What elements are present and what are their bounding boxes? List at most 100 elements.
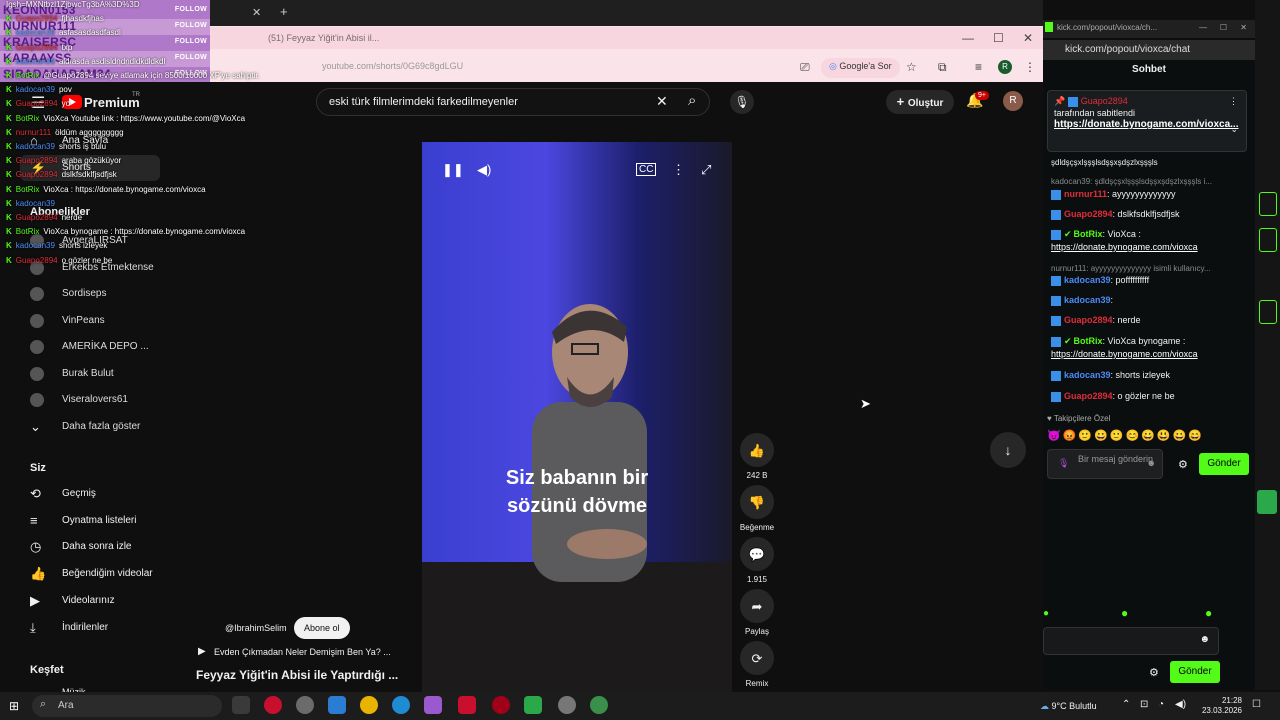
kick-username[interactable]: nurnur111 [1064,189,1107,199]
app-icon[interactable] [296,696,314,714]
bookmark-star-icon[interactable]: ☆ [906,60,917,74]
taskbar-clock[interactable]: 21:28 23.03.2026 [1200,696,1242,716]
kick-maximize-icon[interactable]: ☐ [1220,23,1227,32]
weather-widget[interactable]: ☁ 9°C Bulutlu [1040,701,1097,712]
kick-chat-message[interactable]: nurnur111: ayyyyyyyyyyyyy [1051,188,1247,201]
share-button[interactable]: ➦ [740,589,774,623]
chrome-icon[interactable] [590,696,608,714]
shorts-video-player[interactable]: Siz babanın bir sözünü dövme [422,142,732,692]
profile-avatar[interactable]: R [998,60,1012,74]
emote-bar[interactable]: 😈😡🙂😀🙂😊😀😃😀😄 [1047,429,1247,442]
sidebar-item-download[interactable]: ⤓ İndirilenler [20,615,160,641]
kick-minimize-icon[interactable]: — [1199,23,1207,32]
pinned-user[interactable]: Guapo2894 [1081,96,1128,106]
more-options-icon[interactable]: ⋮ [672,162,685,178]
chat-message-input[interactable]: 🎙 Bir mesaj gönderin ☻ [1047,449,1163,479]
kick-username[interactable]: BotRix [1074,336,1103,346]
search-icon[interactable]: ⌕ [688,92,696,109]
chrome-icon[interactable] [360,696,378,714]
search-input[interactable]: eski türk filmlerimdeki farkedilmeyenler [316,88,710,116]
microphone-icon[interactable]: 🎙 [730,90,754,114]
remix-button[interactable]: ⟳ [740,641,774,675]
kick-url-field[interactable]: kick.com/popout/vioxca/chat [1043,40,1255,60]
kick-username[interactable]: Guapo2894 [1064,209,1113,219]
edge-icon[interactable] [392,696,410,714]
kick-message-link[interactable]: https://donate.bynogame.com/vioxca [1051,242,1198,252]
mail-icon[interactable] [328,696,346,714]
subscription-item[interactable]: AMERİKA DEPO ... [20,336,160,358]
chat-settings-icon[interactable]: ⚙ [1149,666,1159,679]
url-field[interactable]: youtube.com/shorts/0G69c8gdLGU [210,56,810,78]
windows-start-icon[interactable]: ⊞ [9,699,19,713]
install-icon[interactable]: ⎚ [800,60,810,75]
kick-chat-message[interactable]: kadocan39: poffffffffff [1051,274,1247,287]
next-short-button[interactable]: ↓ [990,432,1026,468]
pinned-link[interactable]: https://donate.bynogame.com/vioxca... [1054,119,1240,131]
kick-chat-message[interactable]: kadocan39: şdldşçşxlşşşlsdşşxşdşzlxşşşls… [1051,175,1247,188]
create-button[interactable]: + Oluştur [886,90,954,114]
new-tab-icon[interactable]: + [280,4,288,19]
tool-button[interactable] [1259,300,1277,324]
kick-username[interactable]: Guapo2894 [1064,315,1113,325]
kick-chat-message[interactable]: kadocan39: [1051,294,1247,307]
channel-name[interactable]: @IbrahimSelim [225,623,287,633]
like-button[interactable]: 👍 [740,433,774,467]
send-button-secondary[interactable]: Gönder [1170,661,1220,683]
chrome-icon[interactable] [558,696,576,714]
emoji-icon[interactable]: ☻ [1147,458,1156,469]
kick-username[interactable]: kadocan39 [1064,275,1111,285]
pause-icon[interactable]: ❚❚ [442,162,464,178]
account-avatar[interactable]: R [1003,91,1023,111]
sidebar-item-video[interactable]: ▶ Videolarınız [20,588,160,614]
kick-message-link[interactable]: https://donate.bynogame.com/vioxca [1051,349,1198,359]
pinned-expand-icon[interactable]: ⌄ [1230,123,1238,135]
kick-chat-message[interactable]: ✔ BotRix: VioXca : https://donate.bynogame… [1051,228,1247,254]
comments-button[interactable]: 💬 [740,537,774,571]
send-button[interactable]: Gönder [1199,453,1249,475]
pinned-message[interactable]: 📌 Guapo2894 tarafından sabitlendi https:… [1047,90,1247,152]
notifications-icon[interactable]: ☐ [1252,699,1261,710]
chat-settings-icon[interactable]: ⚙ [1178,458,1188,471]
close-tab-icon[interactable]: ✕ [252,6,261,19]
app-icon[interactable] [424,696,442,714]
tool-button[interactable] [1259,228,1277,252]
sidebar-item-history[interactable]: ⟲ Geçmiş [20,481,160,507]
tab-title[interactable]: (51) Feyyaz Yiğit'in Abisi il... [268,33,379,43]
close-window-icon[interactable]: ✕ [1023,31,1033,45]
taskbar-search[interactable]: ⌕ Ara [32,695,222,717]
section-header-you[interactable]: Siz [30,462,46,474]
clear-search-icon[interactable]: ✕ [656,93,668,110]
browser-menu-icon[interactable]: ⋮ [1024,60,1036,74]
related-video-link[interactable]: Evden Çıkmadan Neler Demişim Ben Ya? ... [214,647,391,657]
pinned-more-icon[interactable]: ⋮ [1229,95,1238,107]
kick-username[interactable]: BotRix [1074,229,1103,239]
video-title[interactable]: Feyyaz Yiğit'in Abisi ile Yaptırdığı ... [196,668,398,682]
kick-chat-message[interactable]: şdldşçşxlşşşlsdşşxşdşzlxşşşls [1051,156,1247,169]
tool-button[interactable] [1259,192,1277,216]
kick-close-icon[interactable]: ✕ [1240,23,1247,32]
subscription-item[interactable]: Burak Bulut [20,363,160,385]
subscription-item[interactable]: Viseralovers61 [20,389,160,411]
sidebar-item-like[interactable]: 👍 Beğendiğim videolar [20,561,160,587]
app-icon[interactable] [524,696,542,714]
maximize-icon[interactable]: ☐ [993,31,1004,45]
sidebar-item-clock[interactable]: ◷ Daha sonra izle [20,534,160,560]
extensions-icon[interactable]: ⧉ [938,60,947,75]
kick-username[interactable]: Guapo2894 [1064,391,1113,401]
subscription-item[interactable]: VinPeans [20,310,160,332]
fullscreen-icon[interactable]: ⤢ [701,162,711,178]
kick-username[interactable]: kadocan39 [1064,295,1111,305]
task-view-icon[interactable] [232,696,250,714]
emoji-icon[interactable]: ☻ [1199,634,1210,645]
subscription-item[interactable]: Sordiseps [20,283,160,305]
clapper-icon[interactable] [1257,490,1277,514]
opera-gx-icon[interactable] [492,696,510,714]
subscribe-button[interactable]: Abone ol [294,617,350,639]
volume-icon[interactable]: ◀) [1175,699,1186,710]
kick-chat-message[interactable]: Guapo2894: nerde [1051,314,1247,327]
app-icon[interactable] [458,696,476,714]
google-sor-button[interactable]: ◎ Google'a Sor [821,58,900,78]
tray-chevron-icon[interactable]: ⌃ [1122,699,1130,710]
subscription-item[interactable]: ⌄ Daha fazla göster [20,416,160,438]
closed-captions-icon[interactable]: CC [636,163,657,176]
